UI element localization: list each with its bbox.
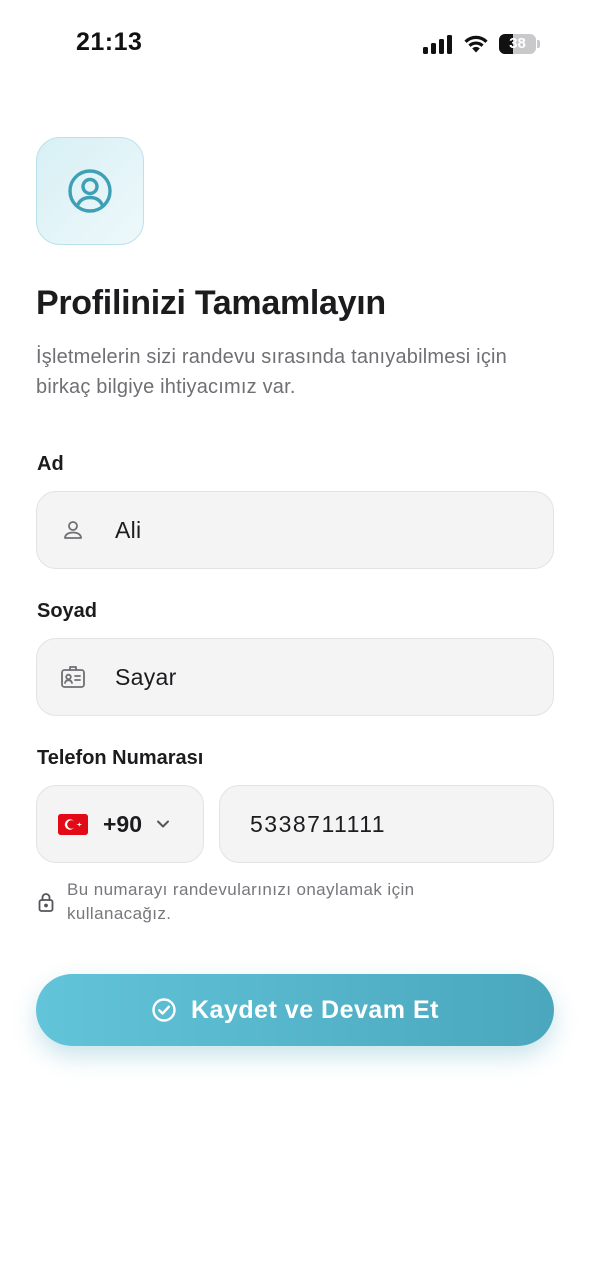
first-name-value: Ali bbox=[115, 516, 142, 543]
user-icon bbox=[60, 517, 86, 543]
lock-icon bbox=[38, 893, 54, 912]
cellular-signal-icon bbox=[423, 34, 453, 54]
last-name-label: Soyad bbox=[37, 600, 98, 622]
check-circle-icon bbox=[152, 998, 176, 1022]
phone-hint-text: Bu numarayı randevularınızı onaylamak iç… bbox=[67, 880, 415, 923]
profile-avatar-tile bbox=[36, 137, 144, 245]
status-bar: 21:13 38 bbox=[0, 0, 590, 90]
turkey-flag-icon bbox=[58, 813, 88, 835]
page-subtitle: İşletmelerin sizi randevu sırasında tanı… bbox=[36, 346, 507, 398]
phone-label: Telefon Numarası bbox=[37, 747, 204, 769]
chevron-down-icon bbox=[157, 820, 170, 828]
battery-percent: 38 bbox=[509, 35, 526, 52]
battery-indicator: 38 bbox=[499, 34, 541, 54]
first-name-field[interactable]: Ali bbox=[36, 491, 554, 569]
last-name-field[interactable]: Sayar bbox=[36, 638, 554, 716]
last-name-value: Sayar bbox=[115, 663, 177, 690]
save-and-continue-label: Kaydet ve Devam Et bbox=[190, 995, 439, 1024]
phone-hint: Bu numarayı randevularınızı onaylamak iç… bbox=[36, 878, 536, 926]
first-name-label: Ad bbox=[37, 453, 64, 475]
id-card-icon bbox=[60, 664, 86, 690]
country-code-select[interactable]: +90 bbox=[36, 785, 204, 863]
phone-number-value: 5338711111 bbox=[250, 810, 387, 837]
user-circle-icon bbox=[68, 169, 112, 213]
page-title: Profilinizi Tamamlayın bbox=[36, 284, 386, 322]
save-and-continue-button[interactable]: Kaydet ve Devam Et bbox=[36, 974, 554, 1046]
country-dial-code: +90 bbox=[103, 810, 143, 837]
status-time: 21:13 bbox=[76, 28, 143, 56]
phone-number-field[interactable]: 5338711111 bbox=[219, 785, 554, 863]
wifi-icon bbox=[464, 35, 488, 53]
